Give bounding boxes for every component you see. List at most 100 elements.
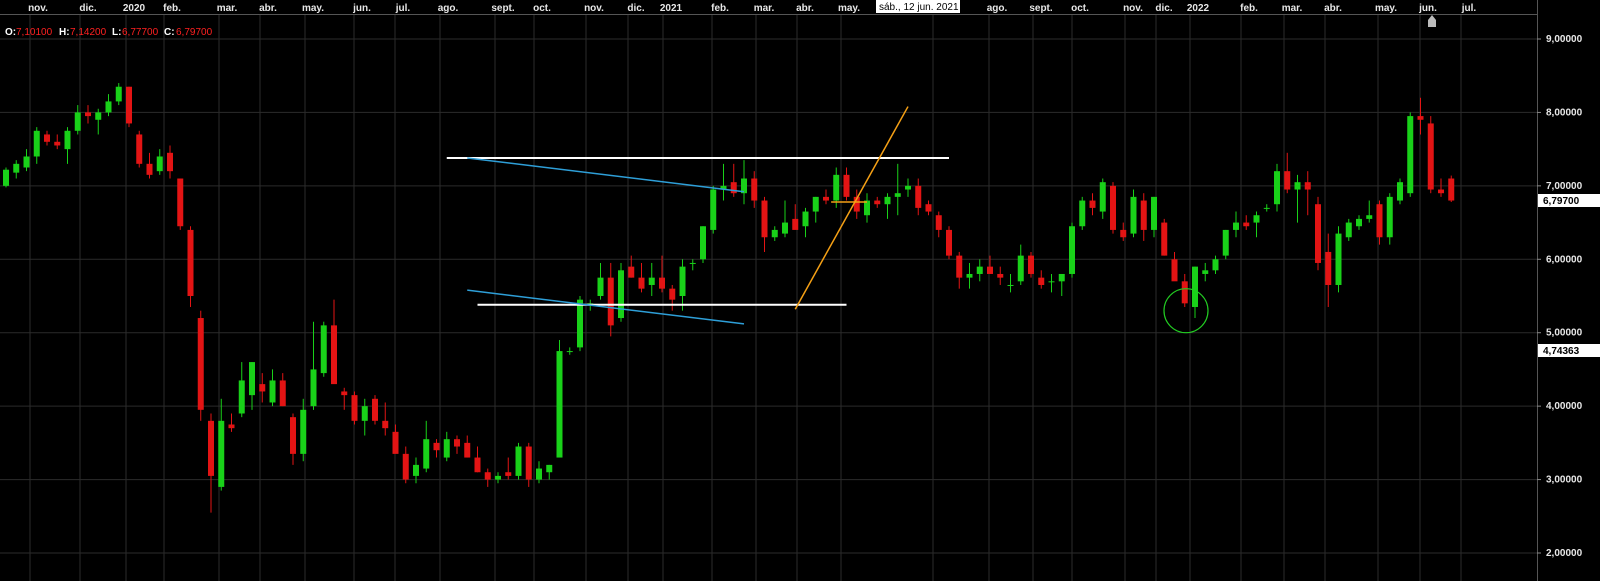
candle-body-down [1427, 123, 1434, 190]
candle-body-down [454, 439, 460, 447]
chart-background [0, 0, 1600, 581]
time-axis-label: 2021 [660, 3, 683, 14]
candle-body-down [290, 417, 296, 454]
candle-body-up [771, 229, 778, 238]
candle-body-up [1263, 207, 1270, 209]
candle-body-down [874, 200, 881, 205]
candle [700, 226, 706, 263]
candle-body-down [177, 178, 184, 227]
candle-body-up [905, 185, 911, 190]
candle-body-down [1038, 277, 1045, 285]
candle-body-down [341, 391, 348, 396]
candle-body-up [1212, 259, 1219, 271]
price-axis-label: 4,00000 [1546, 401, 1583, 412]
candle-body-down [1448, 178, 1455, 201]
candle-body-up [1253, 215, 1260, 223]
candle-body-down [464, 442, 471, 458]
candle-body-down [638, 277, 645, 289]
candle-body-up [1294, 182, 1301, 190]
marker-price-tag: 4,74363 [1538, 344, 1600, 357]
candle-body-up [218, 420, 225, 487]
candle-body-down [843, 174, 850, 197]
candle-body-down [167, 152, 173, 172]
time-axis-label: 2020 [123, 3, 146, 14]
candle-body-down [1161, 222, 1168, 256]
candle-body-down [1304, 182, 1311, 190]
ohlc-close-key: C: [164, 27, 175, 38]
candle-body-up [95, 112, 102, 120]
candle-body-up [1366, 215, 1373, 219]
candle-body-up [556, 351, 563, 458]
candle-body-up [300, 409, 307, 454]
candle-body-down [392, 431, 399, 454]
ohlc-open-value: 7,10100 [16, 27, 53, 38]
price-chart[interactable]: nov. dic. 2020 feb. mar. abr. may. jun. jul. ago.… [0, 0, 1600, 581]
candle [197, 310, 204, 421]
candle-body-down [607, 277, 614, 326]
time-axis-label: abr. [259, 3, 277, 14]
candle-body-down [146, 163, 153, 175]
candle-body-up [269, 380, 276, 403]
candle-body-up [710, 189, 717, 230]
candle-body-down [1325, 251, 1332, 285]
time-axis-label: mar. [754, 3, 775, 14]
candle-body-down [402, 453, 409, 480]
candle [351, 391, 358, 425]
candle-body-down [823, 196, 829, 201]
price-axis-label: 9,00000 [1546, 34, 1583, 45]
candle [1335, 226, 1342, 293]
candle [3, 167, 9, 188]
candle-body-up [577, 299, 583, 348]
candle-body-up [546, 464, 553, 473]
candle-body-up [1130, 196, 1137, 234]
time-axis-label: jun. [352, 3, 371, 14]
time-axis-label: jul. [395, 3, 411, 14]
candle-body-down [1243, 222, 1250, 227]
candle [1222, 229, 1229, 260]
candle [177, 178, 184, 230]
ohlc-close-value: 6,79700 [176, 27, 213, 38]
candle-body-up [156, 156, 163, 172]
candle [1028, 251, 1034, 278]
candle-body-up [1048, 281, 1055, 283]
candle [1427, 116, 1434, 194]
candle-body-down [331, 325, 337, 385]
candle [1386, 193, 1393, 245]
time-axis-label: oct. [533, 3, 551, 14]
candle-body-up [1386, 196, 1393, 238]
time-axis-label: dic. [627, 3, 644, 14]
candle-body-down [915, 185, 922, 208]
time-axis-label: nov. [1123, 3, 1143, 14]
candle-body-up [1079, 200, 1086, 227]
price-axis-label: 3,00000 [1546, 475, 1583, 486]
candle-body-down [946, 229, 952, 256]
time-axis-label: feb. [163, 3, 181, 14]
candle-body-down [1376, 204, 1383, 238]
candle-body-up [536, 468, 542, 480]
time-axis-label: abr. [796, 3, 814, 14]
candle-body-up [812, 196, 819, 212]
candle-body-down [761, 200, 768, 238]
candle [1079, 196, 1086, 230]
candle-body-down [1171, 259, 1178, 282]
time-axis-label: jul. [1461, 3, 1477, 14]
candle-body-up [249, 362, 255, 396]
candle-body-down [433, 442, 440, 451]
time-axis-label: ago. [987, 3, 1008, 14]
candle-body-up [566, 351, 573, 353]
candle-body-down [187, 229, 194, 296]
candle-body-down [956, 255, 963, 278]
candle-body-up [74, 112, 81, 131]
candle-body-down [44, 134, 50, 142]
price-axis-label: 6,00000 [1546, 254, 1583, 265]
time-axis-label: may. [302, 3, 324, 14]
candle-body-up [1151, 196, 1157, 230]
candle-body-down [628, 266, 635, 278]
time-axis-label: may. [838, 3, 860, 14]
candle-body-up [700, 226, 706, 260]
candle-body-up [361, 406, 368, 421]
time-axis-label: abr. [1324, 3, 1342, 14]
time-axis-label: feb. [1240, 3, 1258, 14]
candle-body-down [382, 420, 389, 429]
candle [1069, 222, 1075, 278]
